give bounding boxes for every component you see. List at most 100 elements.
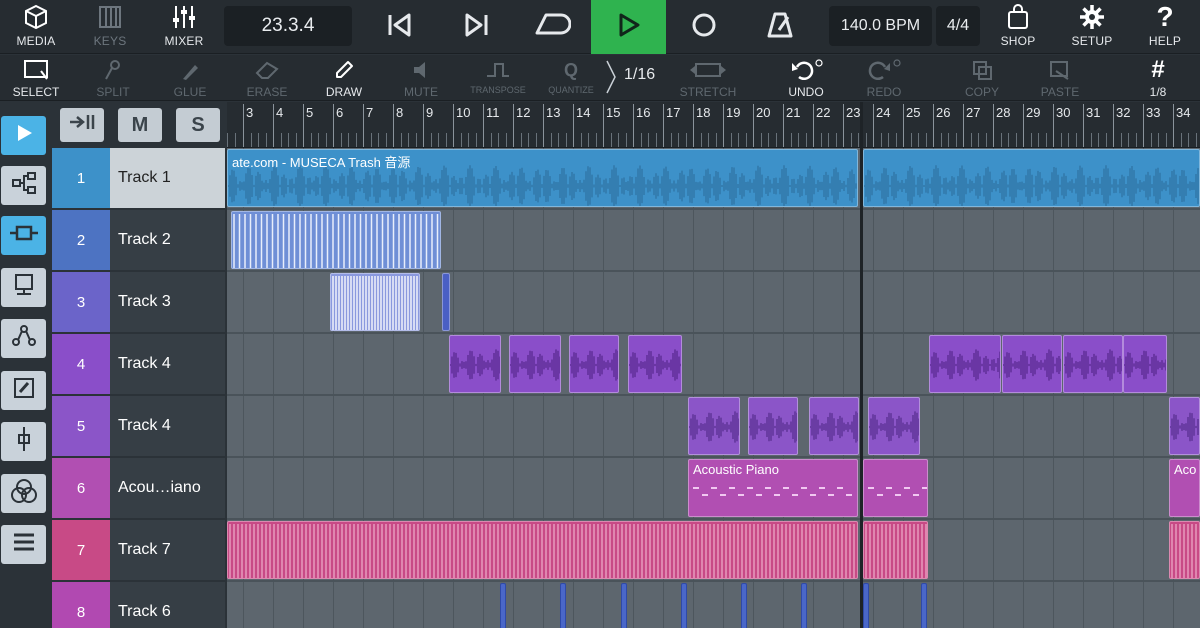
instrument-button[interactable] bbox=[1, 268, 46, 307]
help-button[interactable]: ? HELP bbox=[1130, 0, 1200, 54]
audio-clip[interactable] bbox=[863, 149, 1200, 207]
audio-clip[interactable]: ate.com - MUSECA Trash 音源 bbox=[227, 149, 858, 207]
drum-hit-clip[interactable] bbox=[500, 583, 506, 628]
drum-clip[interactable] bbox=[231, 211, 441, 269]
solo-all-button[interactable]: S bbox=[176, 108, 220, 142]
audio-clip[interactable] bbox=[868, 397, 920, 455]
timeline-ruler[interactable]: 3 4 5 6 7 8 9 10 11 12 13 14 15 16 17 18 19 20 21 22 23 24 25 2… bbox=[227, 102, 1200, 148]
routing-button[interactable] bbox=[1, 166, 46, 205]
audio-clip[interactable] bbox=[1169, 397, 1200, 455]
copy-button[interactable]: COPY bbox=[946, 55, 1018, 101]
track-row[interactable]: 5 Track 4 bbox=[52, 396, 227, 456]
drum-hit-clip[interactable] bbox=[681, 583, 687, 628]
position-display[interactable]: 23.3.4 bbox=[224, 6, 352, 46]
drum-hit-clip[interactable] bbox=[741, 583, 747, 628]
bar-number: 32 bbox=[1116, 105, 1131, 120]
audio-clip[interactable] bbox=[628, 335, 682, 393]
playhead[interactable] bbox=[860, 102, 863, 628]
glue-tool[interactable]: GLUE bbox=[154, 55, 226, 101]
metronome-button[interactable] bbox=[744, 0, 816, 54]
shop-button[interactable]: SHOP bbox=[982, 0, 1054, 54]
track-inspector-button[interactable] bbox=[1, 216, 46, 255]
drum-clip[interactable] bbox=[442, 273, 450, 331]
track-name[interactable]: Track 2 bbox=[110, 210, 225, 270]
editor-button[interactable] bbox=[1, 371, 46, 410]
erase-tool[interactable]: ERASE bbox=[231, 55, 303, 101]
track-name[interactable]: Track 6 bbox=[110, 582, 225, 628]
paste-button[interactable]: PASTE bbox=[1024, 55, 1096, 101]
track-lane[interactable] bbox=[227, 582, 1200, 628]
drum-hit-clip[interactable] bbox=[560, 583, 566, 628]
audio-clip[interactable] bbox=[509, 335, 561, 393]
drum-clip[interactable] bbox=[330, 273, 420, 331]
midi-clip[interactable] bbox=[863, 459, 928, 517]
track-name[interactable]: Track 3 bbox=[110, 272, 225, 332]
tempo-display[interactable]: 140.0 BPM bbox=[829, 6, 932, 46]
play-button[interactable] bbox=[591, 0, 666, 54]
arrow-pointer-button[interactable] bbox=[1, 116, 46, 155]
midi-clip[interactable] bbox=[863, 521, 928, 579]
mute-tool[interactable]: MUTE bbox=[385, 55, 457, 101]
drum-hit-clip[interactable] bbox=[863, 583, 869, 628]
track-name[interactable]: Track 4 bbox=[110, 396, 225, 456]
audio-clip[interactable] bbox=[688, 397, 740, 455]
quantize-tool[interactable]: Q QUANTIZE bbox=[535, 55, 607, 101]
channel-button[interactable] bbox=[1, 422, 46, 461]
arrange-view[interactable]: ate.com - MUSECA Trash 音源 Acoustic Piano A… bbox=[227, 148, 1200, 628]
drum-hit-clip[interactable] bbox=[921, 583, 927, 628]
forward-button[interactable] bbox=[440, 0, 512, 54]
midi-clip[interactable]: Acoustic Piano bbox=[688, 459, 858, 517]
track-name[interactable]: Track 7 bbox=[110, 520, 225, 580]
track-name[interactable]: Acou…iano bbox=[110, 458, 225, 518]
track-name[interactable]: Track 4 bbox=[110, 334, 225, 394]
audio-clip[interactable] bbox=[929, 335, 1001, 393]
rewind-button[interactable] bbox=[364, 0, 436, 54]
track-row[interactable]: 4 Track 4 bbox=[52, 334, 227, 394]
beat-tick bbox=[1158, 133, 1159, 147]
mute-all-button[interactable]: M bbox=[118, 108, 162, 142]
keys-button[interactable]: KEYS bbox=[74, 0, 146, 54]
track-row[interactable]: 1 Track 1 bbox=[52, 148, 227, 208]
mixer-button[interactable]: MIXER bbox=[148, 0, 220, 54]
drum-hit-clip[interactable] bbox=[801, 583, 807, 628]
draw-tool[interactable]: DRAW bbox=[308, 55, 380, 101]
split-tool[interactable]: SPLIT bbox=[77, 55, 149, 101]
stretch-tool[interactable]: STRETCH bbox=[672, 55, 744, 101]
midi-clip[interactable]: Aco bbox=[1169, 459, 1200, 517]
metronome-icon bbox=[766, 11, 794, 44]
media-button[interactable]: MEDIA bbox=[0, 0, 72, 54]
midi-clip[interactable] bbox=[1169, 521, 1200, 579]
audio-clip[interactable] bbox=[449, 335, 501, 393]
automation-button[interactable] bbox=[1, 319, 46, 358]
collapse-tracks-button[interactable] bbox=[60, 108, 104, 142]
grid-button[interactable]: # 1/8 bbox=[1122, 55, 1194, 101]
track-row[interactable]: 6 Acou…iano bbox=[52, 458, 227, 518]
bar-number: 34 bbox=[1176, 105, 1191, 120]
midi-clip[interactable] bbox=[227, 521, 858, 579]
setup-button[interactable]: SETUP bbox=[1056, 0, 1128, 54]
menu-button[interactable] bbox=[1, 525, 46, 564]
track-row[interactable]: 3 Track 3 bbox=[52, 272, 227, 332]
record-button[interactable] bbox=[668, 0, 740, 54]
undo-button[interactable]: UNDO bbox=[770, 55, 842, 101]
track-name[interactable]: Track 1 bbox=[110, 148, 225, 208]
loop-button[interactable] bbox=[516, 0, 588, 54]
track-row[interactable]: 7 Track 7 bbox=[52, 520, 227, 580]
redo-button[interactable]: REDO bbox=[848, 55, 920, 101]
snap-value[interactable]: 1/16 bbox=[624, 66, 655, 84]
track-row[interactable]: 8 Track 6 bbox=[52, 582, 227, 628]
time-signature-display[interactable]: 4/4 bbox=[936, 6, 980, 46]
audio-clip[interactable] bbox=[748, 397, 798, 455]
audio-clip[interactable] bbox=[1123, 335, 1167, 393]
effects-button[interactable] bbox=[1, 474, 46, 513]
audio-clip[interactable] bbox=[809, 397, 859, 455]
drum-hit-clip[interactable] bbox=[621, 583, 627, 628]
audio-clip[interactable] bbox=[1063, 335, 1123, 393]
bar-number: 14 bbox=[576, 105, 591, 120]
select-tool[interactable]: SELECT bbox=[0, 55, 72, 101]
track-row[interactable]: 2 Track 2 bbox=[52, 210, 227, 270]
audio-clip[interactable] bbox=[1002, 335, 1062, 393]
beat-tick bbox=[318, 133, 319, 147]
transpose-tool[interactable]: TRANSPOSE bbox=[462, 55, 534, 101]
audio-clip[interactable] bbox=[569, 335, 619, 393]
